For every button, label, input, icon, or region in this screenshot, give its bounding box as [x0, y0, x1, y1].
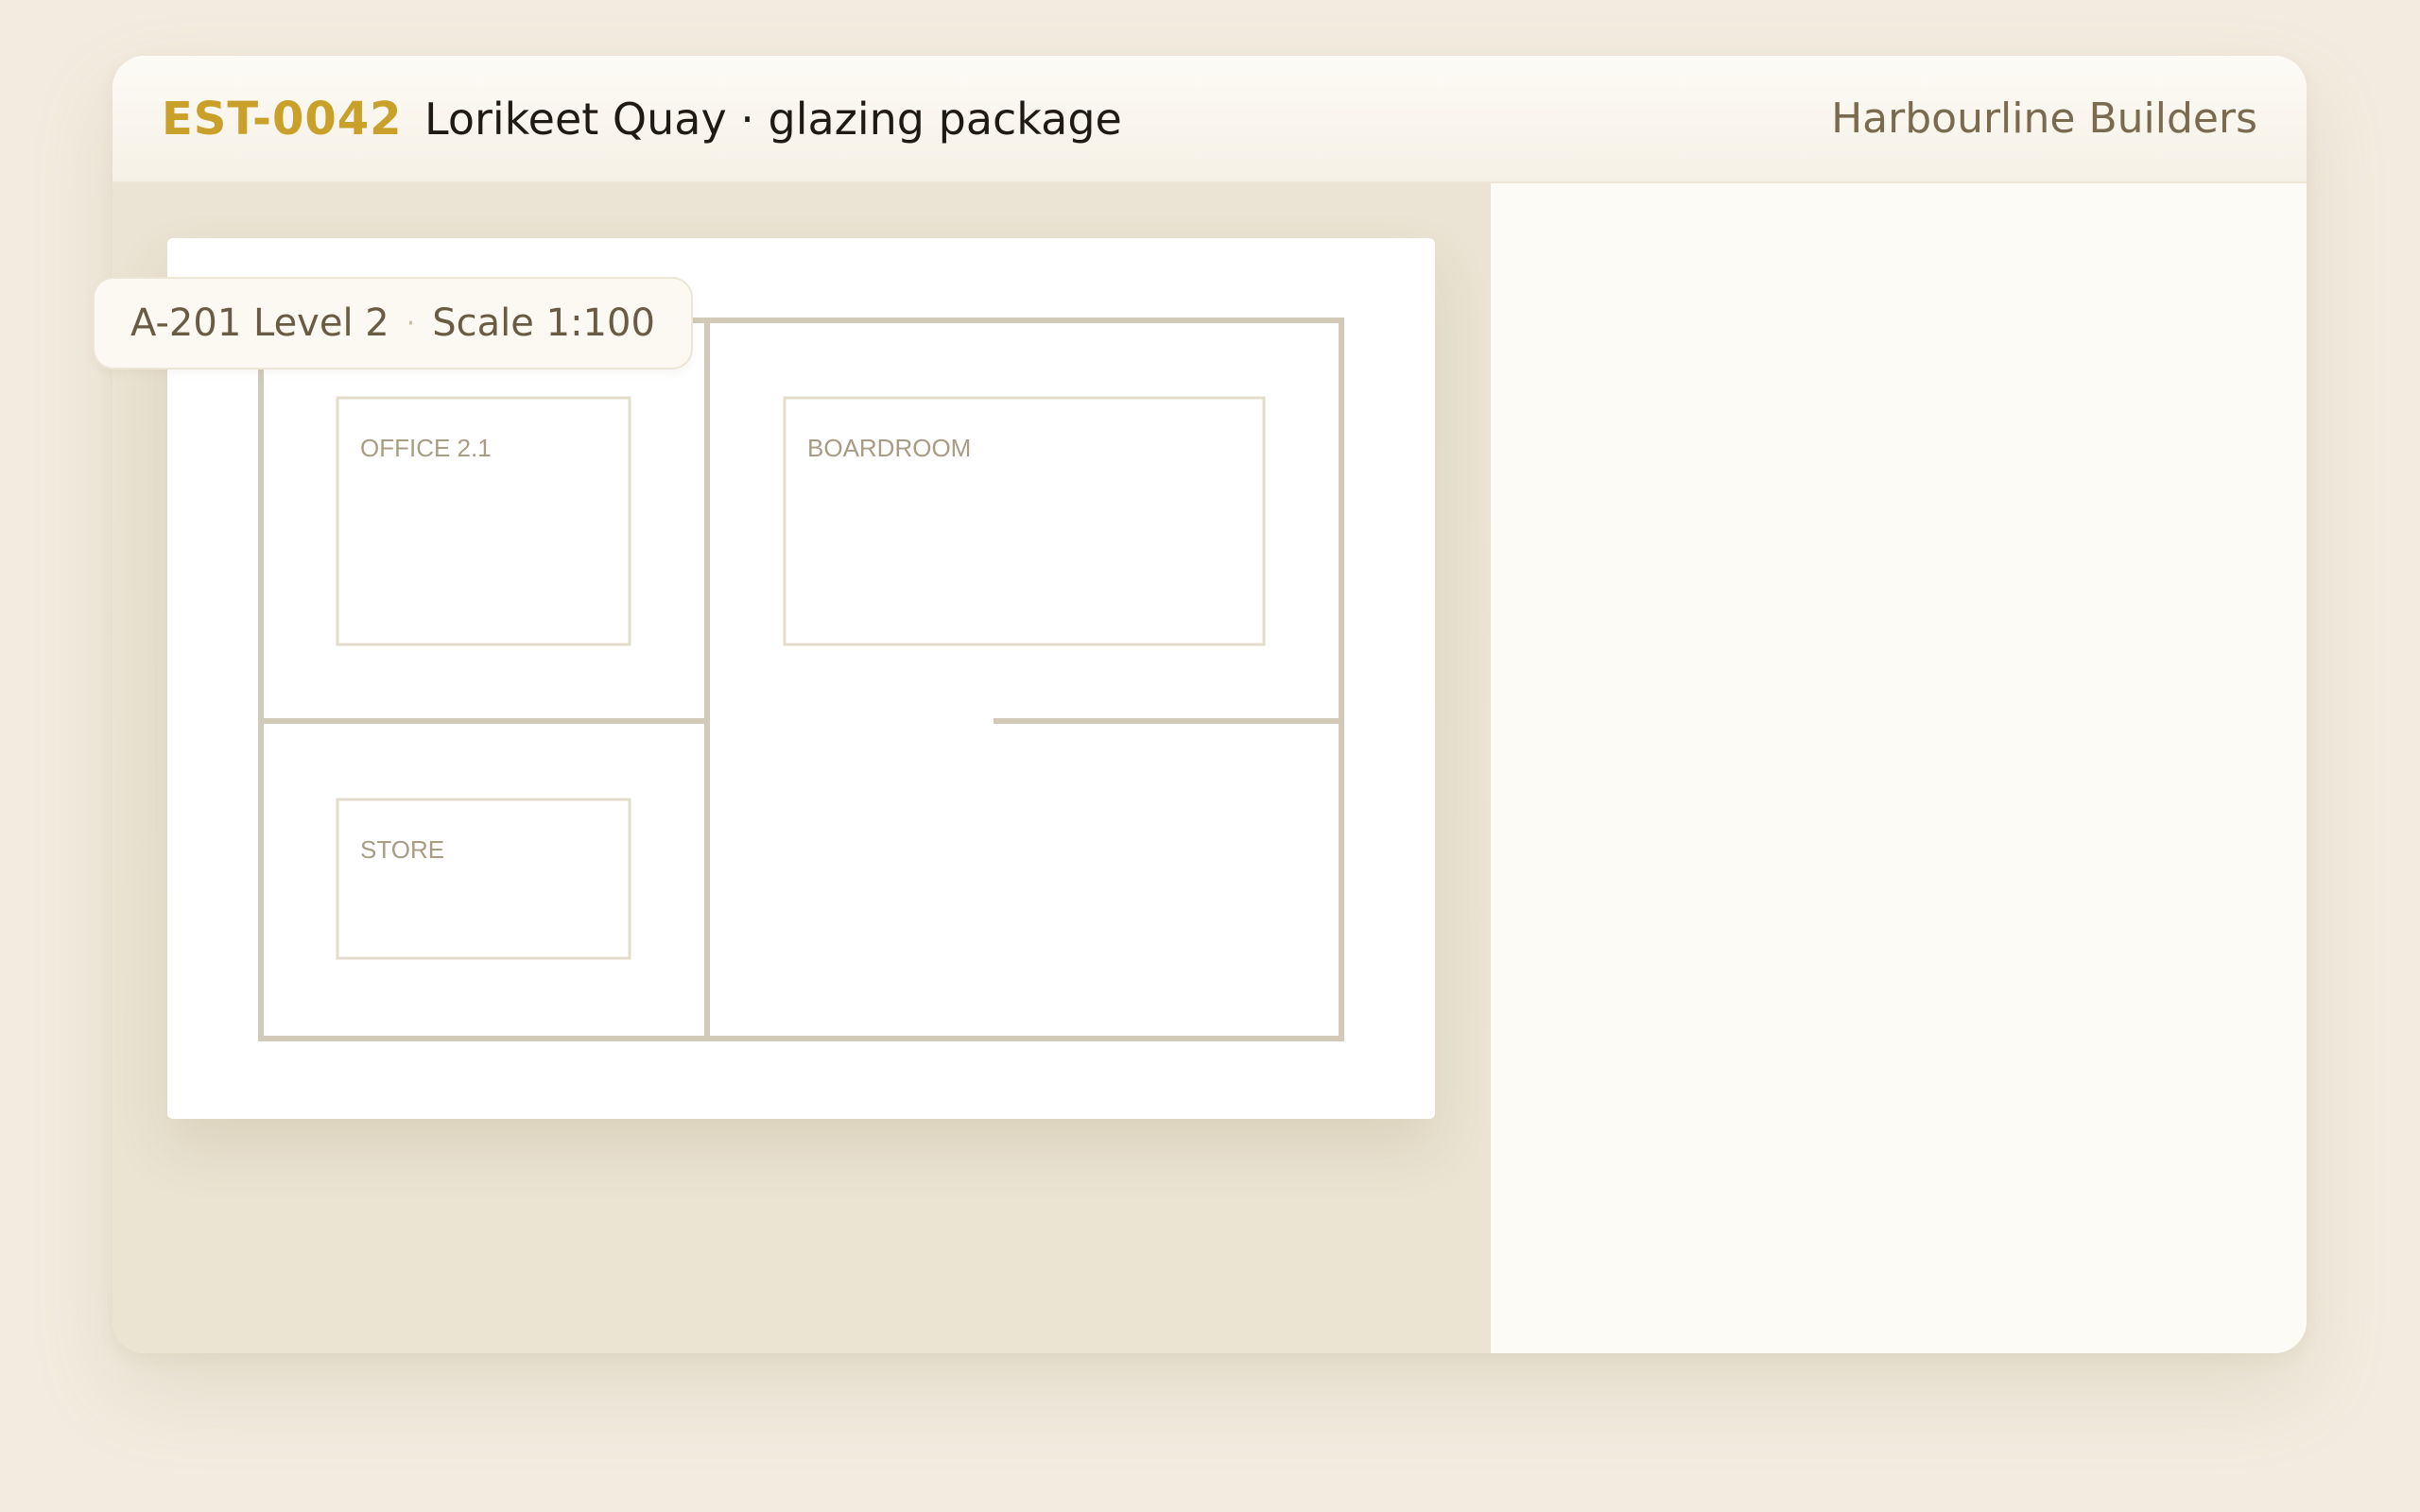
room-label-office: OFFICE 2.1: [360, 434, 492, 462]
sheet-label-separator: ·: [406, 306, 416, 340]
room-label-store: STORE: [360, 835, 444, 864]
outer-wall: [258, 318, 1344, 1041]
project-title: Lorikeet Quay · glazing package: [424, 94, 1122, 145]
app-window: EST-0042 Lorikeet Quay · glazing package…: [112, 56, 2307, 1353]
room-store: [336, 798, 631, 960]
sheet-label: A-201 Level 2 · Scale 1:100: [93, 277, 693, 369]
sheet-scale: Scale 1:100: [432, 301, 655, 345]
side-panel: [1491, 183, 2307, 1353]
client-name: Harbourline Builders: [1831, 94, 2257, 143]
room-label-boardroom: BOARDROOM: [807, 434, 971, 462]
estimate-id: EST-0042: [162, 93, 403, 146]
sheet-code: A-201 Level 2: [130, 301, 389, 345]
title-bar: EST-0042 Lorikeet Quay · glazing package…: [112, 56, 2307, 183]
floor-plan-sheet[interactable]: OFFICE 2.1 BOARDROOM STORE: [167, 238, 1435, 1119]
floor-plan-drawing: OFFICE 2.1 BOARDROOM STORE: [258, 318, 1344, 1041]
